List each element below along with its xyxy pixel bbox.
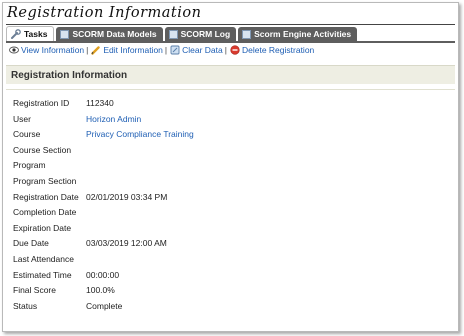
tab-tasks[interactable]: Tasks	[6, 26, 55, 41]
tab-scorm-log-label: SCORM Log	[180, 29, 231, 39]
tab-scorm-data-models[interactable]: SCORM Data Models	[56, 27, 163, 41]
field-label: Course	[13, 129, 41, 140]
action-toolbar: View Information | Edit Information | Cl…	[9, 45, 314, 55]
field-value: 03/03/2019 12:00 AM	[86, 238, 167, 249]
section-header: Registration Information	[6, 65, 455, 84]
registration-window: Registration Information Tasks SCORM Dat…	[2, 2, 459, 332]
field-label: Program Section	[13, 175, 77, 186]
tab-bar: Tasks SCORM Data Models SCORM Log Scorm …	[6, 26, 455, 41]
field-value: 02/01/2019 03:34 PM	[86, 191, 168, 202]
section-divider	[6, 89, 455, 90]
field-label: Completion Date	[13, 207, 77, 218]
clear-data-link[interactable]: Clear Data	[182, 45, 223, 55]
clear-data-icon	[170, 45, 180, 55]
wrench-icon	[11, 29, 21, 39]
field-value: 112340	[86, 98, 114, 108]
view-information-link[interactable]: View Information	[21, 45, 84, 55]
field-value: 00:00:00	[86, 269, 120, 280]
field-label: Due Date	[13, 238, 49, 249]
field-value: 100.0%	[86, 285, 115, 296]
field-label: Course Section	[13, 144, 72, 155]
tab-scorm-data-models-label: SCORM Data Models	[72, 29, 157, 39]
edit-information-link[interactable]: Edit Information	[103, 45, 163, 55]
field-label: Expiration Date	[13, 222, 72, 233]
tab-tasks-label: Tasks	[24, 29, 48, 39]
field-label: Registration Date	[13, 191, 79, 202]
section-title: Registration Information	[11, 70, 128, 81]
table-icon	[60, 29, 70, 39]
page-title: Registration Information	[7, 5, 202, 21]
field-label: Registration ID	[13, 98, 70, 108]
tab-bar-divider	[6, 41, 455, 43]
pencil-icon	[91, 46, 101, 55]
title-divider	[6, 24, 455, 25]
tab-scorm-log[interactable]: SCORM Log	[164, 27, 237, 41]
table-icon	[242, 29, 252, 39]
user-link[interactable]: Horizon Admin	[86, 114, 141, 124]
field-label: Final Score	[13, 285, 56, 296]
status-value: Complete	[86, 300, 123, 311]
course-link[interactable]: Privacy Compliance Training	[86, 129, 194, 139]
toolbar-separator: |	[164, 45, 168, 55]
view-eye-icon	[9, 46, 19, 54]
toolbar-separator: |	[224, 45, 227, 55]
delete-icon	[230, 45, 240, 55]
tab-scorm-engine-activities-label: Scorm Engine Activities	[254, 29, 352, 39]
field-label: User	[13, 113, 31, 124]
toolbar-separator: |	[86, 45, 89, 55]
delete-registration-link[interactable]: Delete Registration	[242, 45, 314, 55]
field-label: Program	[13, 160, 46, 171]
field-label: Status	[13, 300, 38, 311]
tab-scorm-engine-activities[interactable]: Scorm Engine Activities	[238, 27, 358, 41]
table-icon	[168, 29, 178, 39]
field-label: Last Attendance	[13, 253, 74, 264]
field-label: Estimated Time	[13, 269, 72, 280]
